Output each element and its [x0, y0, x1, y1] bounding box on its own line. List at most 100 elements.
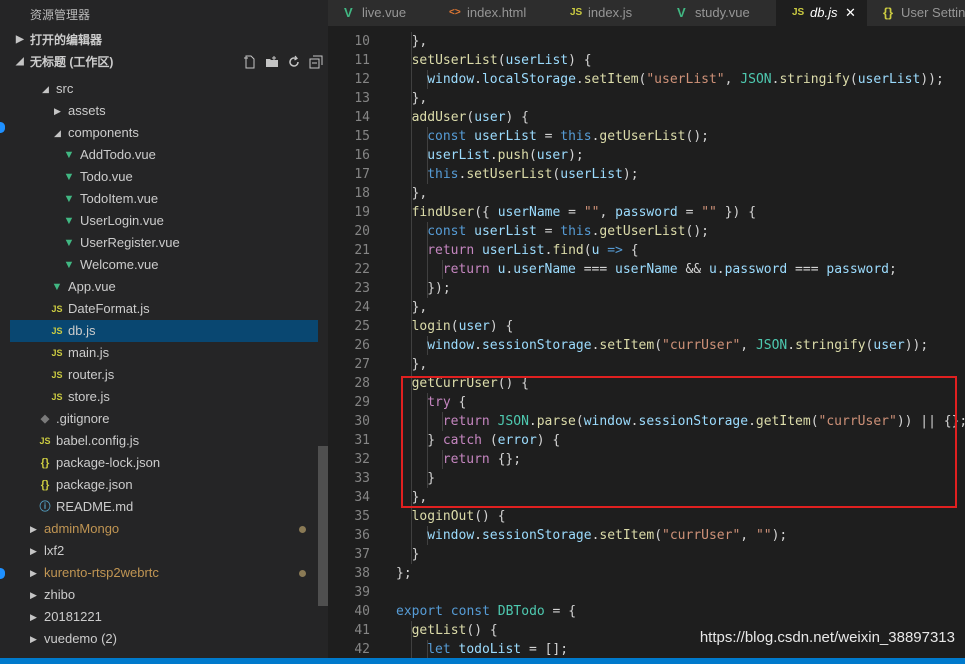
tree-file[interactable]: ◆ .gitignore	[10, 408, 318, 430]
line-number: 10	[354, 34, 370, 49]
code-token: .	[474, 528, 482, 543]
vue-file-icon: ▼	[63, 259, 75, 271]
tree-file[interactable]: ▼ Welcome.vue	[10, 254, 318, 276]
code-token: userList	[857, 72, 921, 87]
tree-file[interactable]: {} package-lock.json	[10, 452, 318, 474]
code-text: window.localStorage.setItem("userList", …	[427, 70, 944, 89]
tree-file[interactable]: ▼ UserRegister.vue	[10, 232, 318, 254]
code-text: window.sessionStorage.setItem("currUser"…	[427, 526, 787, 545]
code-token: userName	[513, 262, 576, 277]
collapse-all-icon[interactable]	[308, 51, 324, 73]
code-token: password	[724, 262, 788, 277]
code-token: ();	[685, 224, 709, 239]
code-editor[interactable]: 10}, 11 setUserList(userList) {12 window.lo…	[328, 26, 965, 659]
js-file-icon: JS	[51, 304, 63, 314]
code-token: user	[873, 338, 905, 353]
new-file-icon[interactable]	[242, 51, 258, 73]
tab-label: User Settings	[901, 5, 965, 20]
info-file-icon: ⓘ	[39, 501, 51, 513]
code-token: DBTodo	[497, 604, 545, 619]
code-line: 25 login(user) {	[328, 317, 965, 336]
code-text: });	[427, 279, 450, 298]
code-token: user	[458, 319, 490, 334]
line-number: 42	[354, 642, 370, 657]
indent-guide	[411, 127, 412, 146]
tree-file[interactable]: ▼ Todo.vue	[10, 166, 318, 188]
tree-folder[interactable]: ▶ kurento-rtsp2webrtc	[10, 562, 318, 584]
chevron-right-icon: ▶	[30, 612, 37, 622]
tree-file[interactable]: ▼ TodoItem.vue	[10, 188, 318, 210]
tree-item-label: kurento-rtsp2webrtc	[44, 565, 159, 580]
code-line: 20 const userList = this.getUserList();	[328, 222, 965, 241]
json-file-icon: {}	[40, 479, 50, 491]
tree-file[interactable]: ▼ UserLogin.vue	[10, 210, 318, 232]
vue-file-icon: ▼	[63, 193, 75, 205]
line-number: 21	[354, 243, 370, 258]
tree-file[interactable]: JS store.js	[10, 386, 318, 408]
editor-tab[interactable]: Vlive.vue	[328, 0, 434, 26]
code-line: 15 const userList = this.getUserList();	[328, 127, 965, 146]
chevron-down-icon: ◢	[16, 56, 24, 67]
tab-label: db.js	[810, 5, 838, 20]
line-number: 33	[354, 471, 370, 486]
code-text: window.sessionStorage.setItem("currUser"…	[427, 336, 928, 355]
tree-file[interactable]: JS DateFormat.js	[10, 298, 318, 320]
editor-tab[interactable]: {} User Settings	[867, 0, 965, 26]
tree-folder[interactable]: ◢ src	[10, 78, 318, 100]
tree-file[interactable]: JS db.js	[10, 320, 318, 342]
editor-tab[interactable]: Vstudy.vue	[661, 0, 777, 26]
tree-folder[interactable]: ◢ components	[10, 122, 318, 144]
tree-file[interactable]: ⓘ README.md	[10, 496, 318, 518]
line-number: 14	[354, 110, 370, 125]
close-icon[interactable]: ✕	[845, 0, 856, 26]
json-file-icon: {}	[40, 457, 50, 469]
code-line: 36 window.sessionStorage.setItem("currUse…	[328, 526, 965, 545]
line-number: 16	[354, 148, 370, 163]
tab-label: index.js	[588, 5, 633, 20]
sidebar-scrollbar[interactable]	[318, 446, 328, 606]
tree-folder[interactable]: ▶ vuedemo (2)	[10, 628, 318, 650]
refresh-icon[interactable]	[286, 51, 302, 73]
editor-tab[interactable]: JS index.js	[554, 0, 662, 26]
code-text: addUser(user) {	[412, 108, 529, 127]
tree-file[interactable]: {} package.json	[10, 474, 318, 496]
chevron-down-icon: ◢	[42, 84, 49, 94]
tree-file[interactable]: ▼ AddTodo.vue	[10, 144, 318, 166]
indent-guide	[411, 640, 412, 659]
tree-folder[interactable]: ▶ zhibo	[10, 584, 318, 606]
tree-item-label: UserRegister.vue	[80, 235, 180, 250]
tree-file[interactable]: JS main.js	[10, 342, 318, 364]
code-token: JSON	[740, 72, 772, 87]
code-token: login	[411, 319, 451, 334]
tree-folder[interactable]: ▶ adminMongo	[10, 518, 318, 540]
vue-file-icon: ▼	[63, 215, 75, 227]
tree-folder[interactable]: ▶ lxf2	[10, 540, 318, 562]
code-token: userList	[560, 167, 623, 182]
modified-dot	[299, 570, 306, 577]
line-number: 39	[354, 585, 370, 600]
line-number: 27	[354, 357, 370, 372]
code-token: .	[787, 338, 796, 353]
workspace-section[interactable]: ◢ 无标题 (工作区)	[10, 51, 328, 73]
tree-folder[interactable]: ▶ 20181221	[10, 606, 318, 628]
notification-dot	[0, 122, 5, 133]
tree-file[interactable]: ▼ App.vue	[10, 276, 318, 298]
code-token: () {	[474, 509, 506, 524]
code-text: findUser({ userName = "", password = "" …	[412, 203, 756, 222]
tree-file[interactable]: JS babel.config.js	[10, 430, 318, 452]
code-token: todoList	[458, 642, 522, 657]
tree-file[interactable]: JS router.js	[10, 364, 318, 386]
tree-folder[interactable]: ▶ assets	[10, 100, 318, 122]
code-line: 38};	[328, 564, 965, 583]
code-token: );	[568, 148, 584, 163]
editor-tab[interactable]: JS db.js ✕	[776, 0, 868, 26]
indent-guide	[411, 70, 412, 89]
editor-tab[interactable]: <> index.html	[433, 0, 555, 26]
indent-guide	[411, 165, 412, 184]
code-token: ,	[740, 528, 756, 543]
html-file-icon: <>	[449, 7, 461, 18]
new-folder-icon[interactable]	[264, 51, 280, 73]
json-file-icon: {}	[883, 5, 894, 20]
tree-item-label: src	[56, 81, 74, 96]
open-editors-section[interactable]: ▶ 打开的编辑器	[10, 29, 328, 51]
